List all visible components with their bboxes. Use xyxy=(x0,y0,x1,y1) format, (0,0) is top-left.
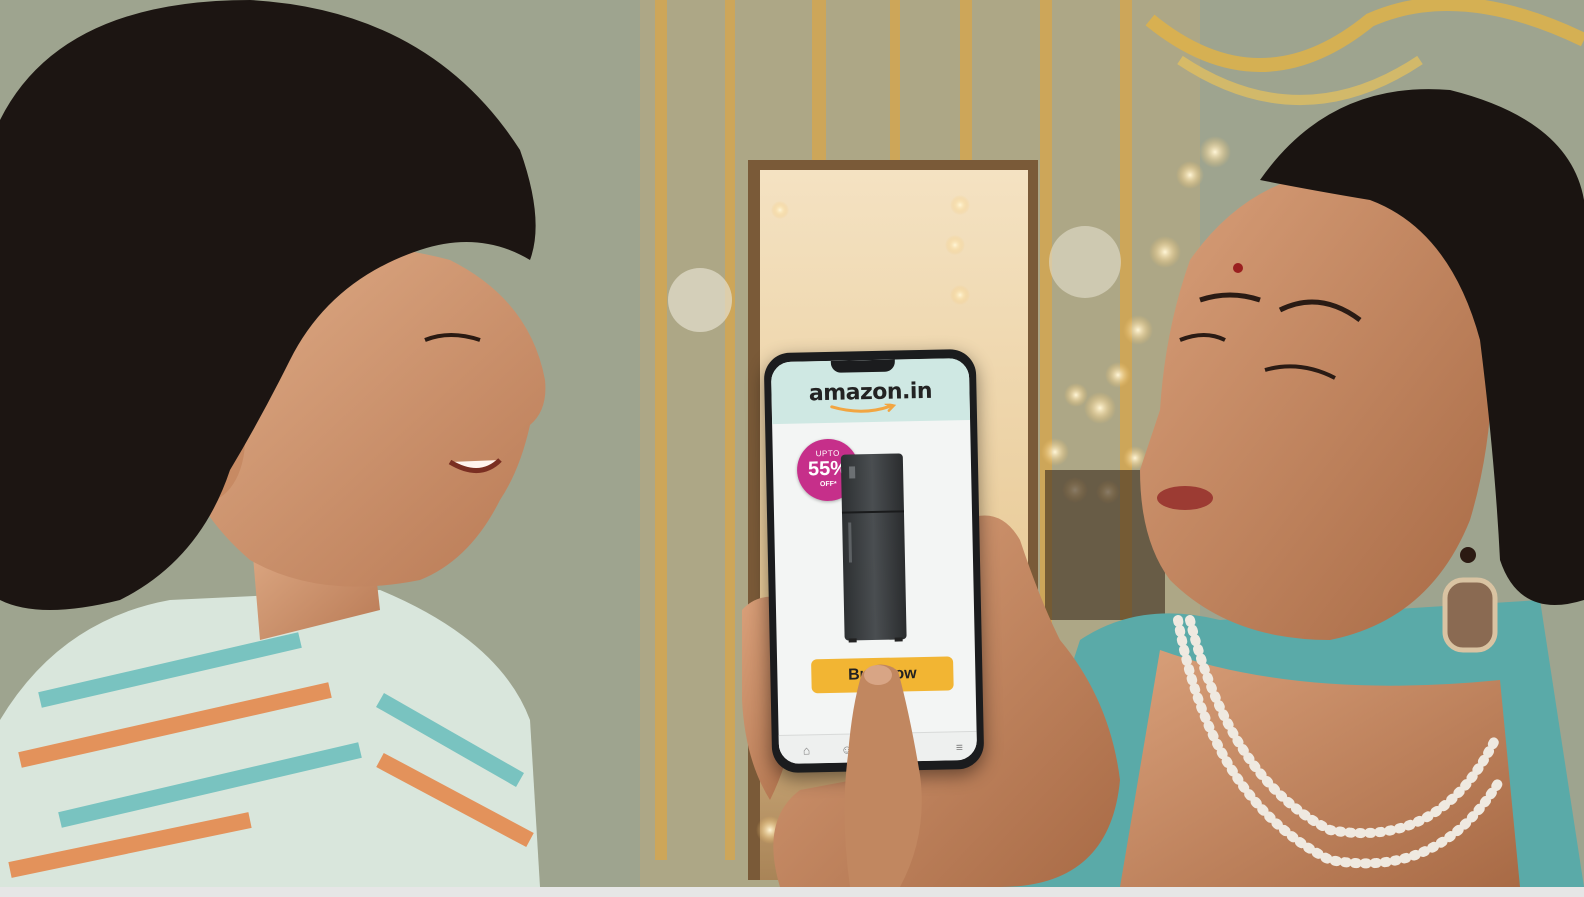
home-icon[interactable]: ⌂ xyxy=(803,743,811,757)
bottom-strip xyxy=(0,887,1584,897)
photo-scene: amazon.in UPTO 55% OFF* Now ⌂ ☺ ≡ xyxy=(0,0,1584,887)
refrigerator-image xyxy=(840,453,907,643)
smile-arrow-icon xyxy=(830,403,897,413)
amazon-logo: amazon.in xyxy=(808,378,933,407)
menu-icon[interactable]: ≡ xyxy=(956,740,963,754)
pointing-finger xyxy=(844,664,922,887)
phone-notch xyxy=(830,359,896,373)
